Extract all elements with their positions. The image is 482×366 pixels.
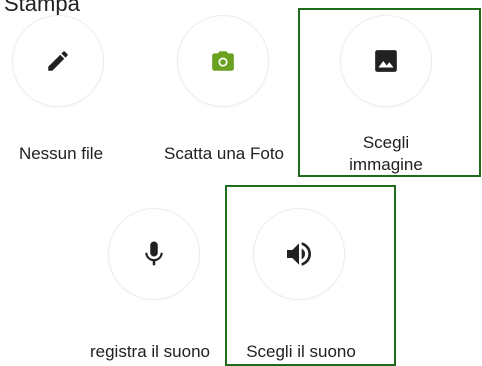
partial-header-text: Stampa xyxy=(4,0,80,16)
pencil-icon xyxy=(45,48,71,74)
option-take-photo-button[interactable] xyxy=(177,15,269,107)
highlight-box-choose-sound xyxy=(225,185,396,366)
highlight-box-choose-image xyxy=(298,8,481,177)
camera-icon xyxy=(210,48,236,74)
option-no-file-button[interactable] xyxy=(12,15,104,107)
option-record-sound-button[interactable] xyxy=(108,208,200,300)
microphone-icon xyxy=(139,239,169,269)
option-record-sound-label: registra il suono xyxy=(89,342,210,361)
option-take-photo-label: Scatta una Foto xyxy=(163,144,285,163)
option-no-file-label: Nessun file xyxy=(18,144,104,163)
